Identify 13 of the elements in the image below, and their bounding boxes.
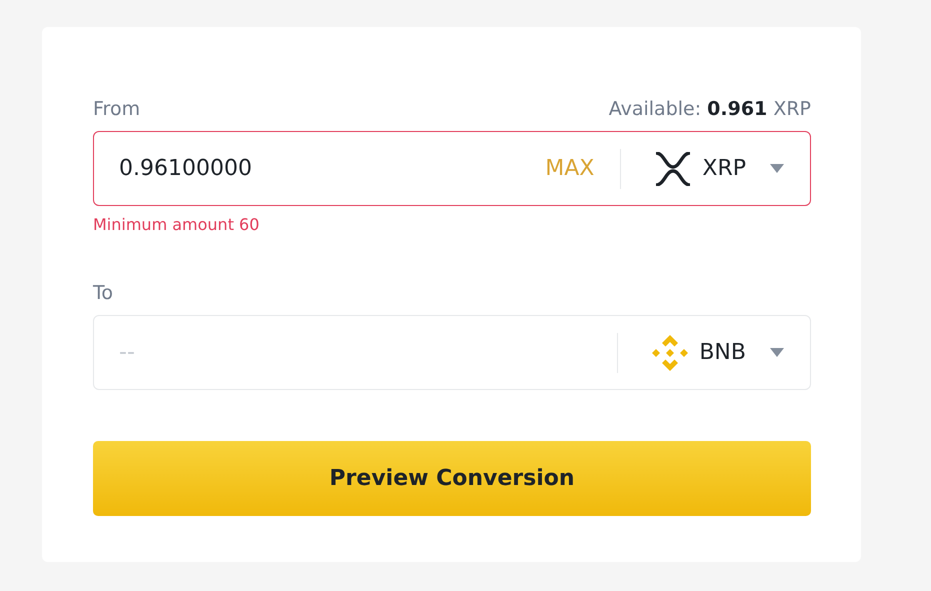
x-coin-icon [654,152,692,186]
caret-icon[interactable] [770,164,784,173]
available-balance: Available: 0.961 XRP [608,98,811,120]
amount-field[interactable]: -- BNB [93,315,811,390]
field-label: To [93,282,114,304]
currency-selector[interactable]: XRP [702,156,746,181]
amount-field[interactable]: 0.96100000 MAX XRP [93,131,811,206]
caret-icon[interactable] [770,348,784,357]
currency-selector[interactable]: BNB [699,340,746,365]
preview-conversion-button[interactable]: Preview Conversion [93,441,811,516]
error-message: Minimum amount 60 [93,215,260,234]
diamond-coin-icon [651,334,690,372]
field-label: From [93,98,140,120]
